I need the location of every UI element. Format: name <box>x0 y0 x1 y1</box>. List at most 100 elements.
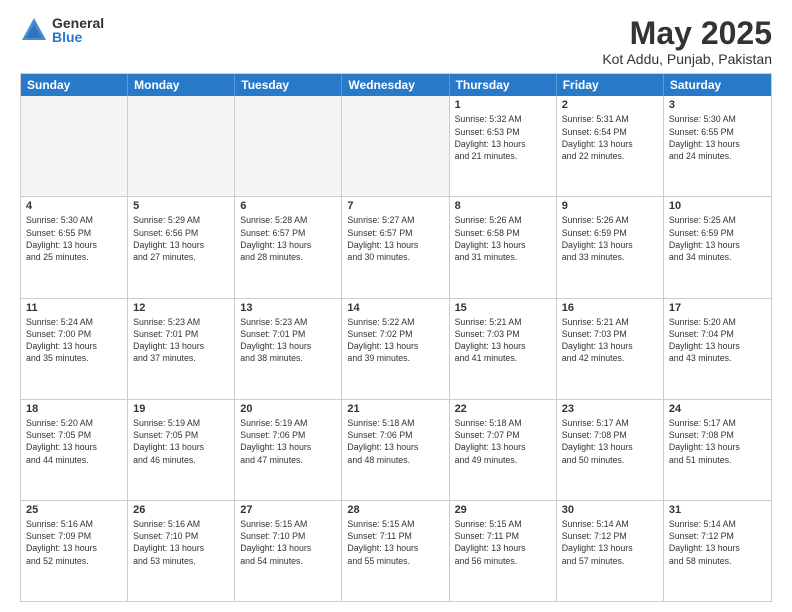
cell-info: Sunrise: 5:19 AM Sunset: 7:05 PM Dayligh… <box>133 417 229 466</box>
day-number: 4 <box>26 200 122 212</box>
cell-info: Sunrise: 5:21 AM Sunset: 7:03 PM Dayligh… <box>562 316 658 365</box>
cell-info: Sunrise: 5:17 AM Sunset: 7:08 PM Dayligh… <box>562 417 658 466</box>
day-number: 25 <box>26 504 122 516</box>
calendar-body: 1Sunrise: 5:32 AM Sunset: 6:53 PM Daylig… <box>21 96 771 601</box>
cal-cell: 4 Sunrise: 5:30 AM Sunset: 6:55 PM Daylig… <box>21 197 128 297</box>
week-row-3: 11Sunrise: 5:24 AM Sunset: 7:00 PM Dayli… <box>21 298 771 399</box>
day-number: 20 <box>240 403 336 415</box>
day-number: 29 <box>455 504 551 516</box>
cal-cell: 8Sunrise: 5:26 AM Sunset: 6:58 PM Daylig… <box>450 197 557 297</box>
cal-cell: 5 Sunrise: 5:29 AM Sunset: 6:56 PM Daylig… <box>128 197 235 297</box>
cal-cell: 7 Sunrise: 5:27 AM Sunset: 6:57 PM Daylig… <box>342 197 449 297</box>
cell-info: Sunrise: 5:22 AM Sunset: 7:02 PM Dayligh… <box>347 316 443 365</box>
week-row-2: 4 Sunrise: 5:30 AM Sunset: 6:55 PM Daylig… <box>21 196 771 297</box>
header-day-monday: Monday <box>128 74 235 96</box>
cal-cell: 28Sunrise: 5:15 AM Sunset: 7:11 PM Dayli… <box>342 501 449 601</box>
day-number: 14 <box>347 302 443 314</box>
cell-info: Sunrise: 5:23 AM Sunset: 7:01 PM Dayligh… <box>133 316 229 365</box>
day-number: 10 <box>669 200 766 212</box>
cal-cell: 15Sunrise: 5:21 AM Sunset: 7:03 PM Dayli… <box>450 299 557 399</box>
day-number: 5 <box>133 200 229 212</box>
day-number: 13 <box>240 302 336 314</box>
calendar-title: May 2025 <box>602 16 772 51</box>
day-number: 16 <box>562 302 658 314</box>
cell-info: Sunrise: 5:28 AM Sunset: 6:57 PM Dayligh… <box>240 214 336 263</box>
cell-info: Sunrise: 5:16 AM Sunset: 7:09 PM Dayligh… <box>26 518 122 567</box>
cal-cell: 27Sunrise: 5:15 AM Sunset: 7:10 PM Dayli… <box>235 501 342 601</box>
header-day-wednesday: Wednesday <box>342 74 449 96</box>
cell-info: Sunrise: 5:20 AM Sunset: 7:04 PM Dayligh… <box>669 316 766 365</box>
cal-cell: 29 Sunrise: 5:15 AM Sunset: 7:11 PM Dayli… <box>450 501 557 601</box>
day-number: 6 <box>240 200 336 212</box>
cell-info: Sunrise: 5:27 AM Sunset: 6:57 PM Dayligh… <box>347 214 443 263</box>
cell-info: Sunrise: 5:25 AM Sunset: 6:59 PM Dayligh… <box>669 214 766 263</box>
cell-info: Sunrise: 5:23 AM Sunset: 7:01 PM Dayligh… <box>240 316 336 365</box>
day-number: 31 <box>669 504 766 516</box>
cell-info: Sunrise: 5:15 AM Sunset: 7:11 PM Dayligh… <box>347 518 443 567</box>
cal-cell <box>21 96 128 196</box>
logo-icon <box>20 16 48 44</box>
day-number: 1 <box>455 99 551 111</box>
cell-info: Sunrise: 5:29 AM Sunset: 6:56 PM Dayligh… <box>133 214 229 263</box>
cal-cell: 26 Sunrise: 5:16 AM Sunset: 7:10 PM Dayli… <box>128 501 235 601</box>
cell-info: Sunrise: 5:26 AM Sunset: 6:59 PM Dayligh… <box>562 214 658 263</box>
day-number: 24 <box>669 403 766 415</box>
day-number: 19 <box>133 403 229 415</box>
week-row-1: 1Sunrise: 5:32 AM Sunset: 6:53 PM Daylig… <box>21 96 771 196</box>
cal-cell: 18 Sunrise: 5:20 AM Sunset: 7:05 PM Dayli… <box>21 400 128 500</box>
cell-info: Sunrise: 5:30 AM Sunset: 6:55 PM Dayligh… <box>26 214 122 263</box>
cell-info: Sunrise: 5:17 AM Sunset: 7:08 PM Dayligh… <box>669 417 766 466</box>
cal-cell: 3Sunrise: 5:30 AM Sunset: 6:55 PM Daylig… <box>664 96 771 196</box>
page: General Blue May 2025 Kot Addu, Punjab, … <box>0 0 792 612</box>
header-day-sunday: Sunday <box>21 74 128 96</box>
cal-cell: 19 Sunrise: 5:19 AM Sunset: 7:05 PM Dayli… <box>128 400 235 500</box>
header-day-saturday: Saturday <box>664 74 771 96</box>
cal-cell: 23 Sunrise: 5:17 AM Sunset: 7:08 PM Dayli… <box>557 400 664 500</box>
cell-info: Sunrise: 5:16 AM Sunset: 7:10 PM Dayligh… <box>133 518 229 567</box>
cal-cell: 6 Sunrise: 5:28 AM Sunset: 6:57 PM Daylig… <box>235 197 342 297</box>
header-day-friday: Friday <box>557 74 664 96</box>
day-number: 2 <box>562 99 658 111</box>
cell-info: Sunrise: 5:19 AM Sunset: 7:06 PM Dayligh… <box>240 417 336 466</box>
cal-cell: 13 Sunrise: 5:23 AM Sunset: 7:01 PM Dayli… <box>235 299 342 399</box>
cal-cell <box>235 96 342 196</box>
cal-cell: 11Sunrise: 5:24 AM Sunset: 7:00 PM Dayli… <box>21 299 128 399</box>
day-number: 26 <box>133 504 229 516</box>
cell-info: Sunrise: 5:18 AM Sunset: 7:07 PM Dayligh… <box>455 417 551 466</box>
day-number: 17 <box>669 302 766 314</box>
day-number: 30 <box>562 504 658 516</box>
cal-cell: 24 Sunrise: 5:17 AM Sunset: 7:08 PM Dayli… <box>664 400 771 500</box>
header-day-thursday: Thursday <box>450 74 557 96</box>
cell-info: Sunrise: 5:14 AM Sunset: 7:12 PM Dayligh… <box>669 518 766 567</box>
cell-info: Sunrise: 5:24 AM Sunset: 7:00 PM Dayligh… <box>26 316 122 365</box>
day-number: 15 <box>455 302 551 314</box>
day-number: 12 <box>133 302 229 314</box>
cal-cell: 12 Sunrise: 5:23 AM Sunset: 7:01 PM Dayli… <box>128 299 235 399</box>
logo-general-text: General <box>52 16 104 30</box>
cal-cell: 31 Sunrise: 5:14 AM Sunset: 7:12 PM Dayli… <box>664 501 771 601</box>
cal-cell: 21Sunrise: 5:18 AM Sunset: 7:06 PM Dayli… <box>342 400 449 500</box>
title-block: May 2025 Kot Addu, Punjab, Pakistan <box>602 16 772 67</box>
cell-info: Sunrise: 5:15 AM Sunset: 7:11 PM Dayligh… <box>455 518 551 567</box>
week-row-4: 18 Sunrise: 5:20 AM Sunset: 7:05 PM Dayli… <box>21 399 771 500</box>
cal-cell: 25 Sunrise: 5:16 AM Sunset: 7:09 PM Dayli… <box>21 501 128 601</box>
calendar-subtitle: Kot Addu, Punjab, Pakistan <box>602 51 772 67</box>
day-number: 23 <box>562 403 658 415</box>
day-number: 18 <box>26 403 122 415</box>
logo-blue-text: Blue <box>52 30 104 44</box>
day-number: 7 <box>347 200 443 212</box>
cal-cell: 2Sunrise: 5:31 AM Sunset: 6:54 PM Daylig… <box>557 96 664 196</box>
logo-text: General Blue <box>52 16 104 44</box>
day-number: 27 <box>240 504 336 516</box>
week-row-5: 25 Sunrise: 5:16 AM Sunset: 7:09 PM Dayli… <box>21 500 771 601</box>
logo: General Blue <box>20 16 104 44</box>
header: General Blue May 2025 Kot Addu, Punjab, … <box>20 16 772 67</box>
cal-cell: 20 Sunrise: 5:19 AM Sunset: 7:06 PM Dayli… <box>235 400 342 500</box>
cal-cell: 9Sunrise: 5:26 AM Sunset: 6:59 PM Daylig… <box>557 197 664 297</box>
cell-info: Sunrise: 5:26 AM Sunset: 6:58 PM Dayligh… <box>455 214 551 263</box>
cal-cell: 30Sunrise: 5:14 AM Sunset: 7:12 PM Dayli… <box>557 501 664 601</box>
calendar: SundayMondayTuesdayWednesdayThursdayFrid… <box>20 73 772 602</box>
day-number: 21 <box>347 403 443 415</box>
calendar-header: SundayMondayTuesdayWednesdayThursdayFrid… <box>21 74 771 96</box>
cell-info: Sunrise: 5:20 AM Sunset: 7:05 PM Dayligh… <box>26 417 122 466</box>
